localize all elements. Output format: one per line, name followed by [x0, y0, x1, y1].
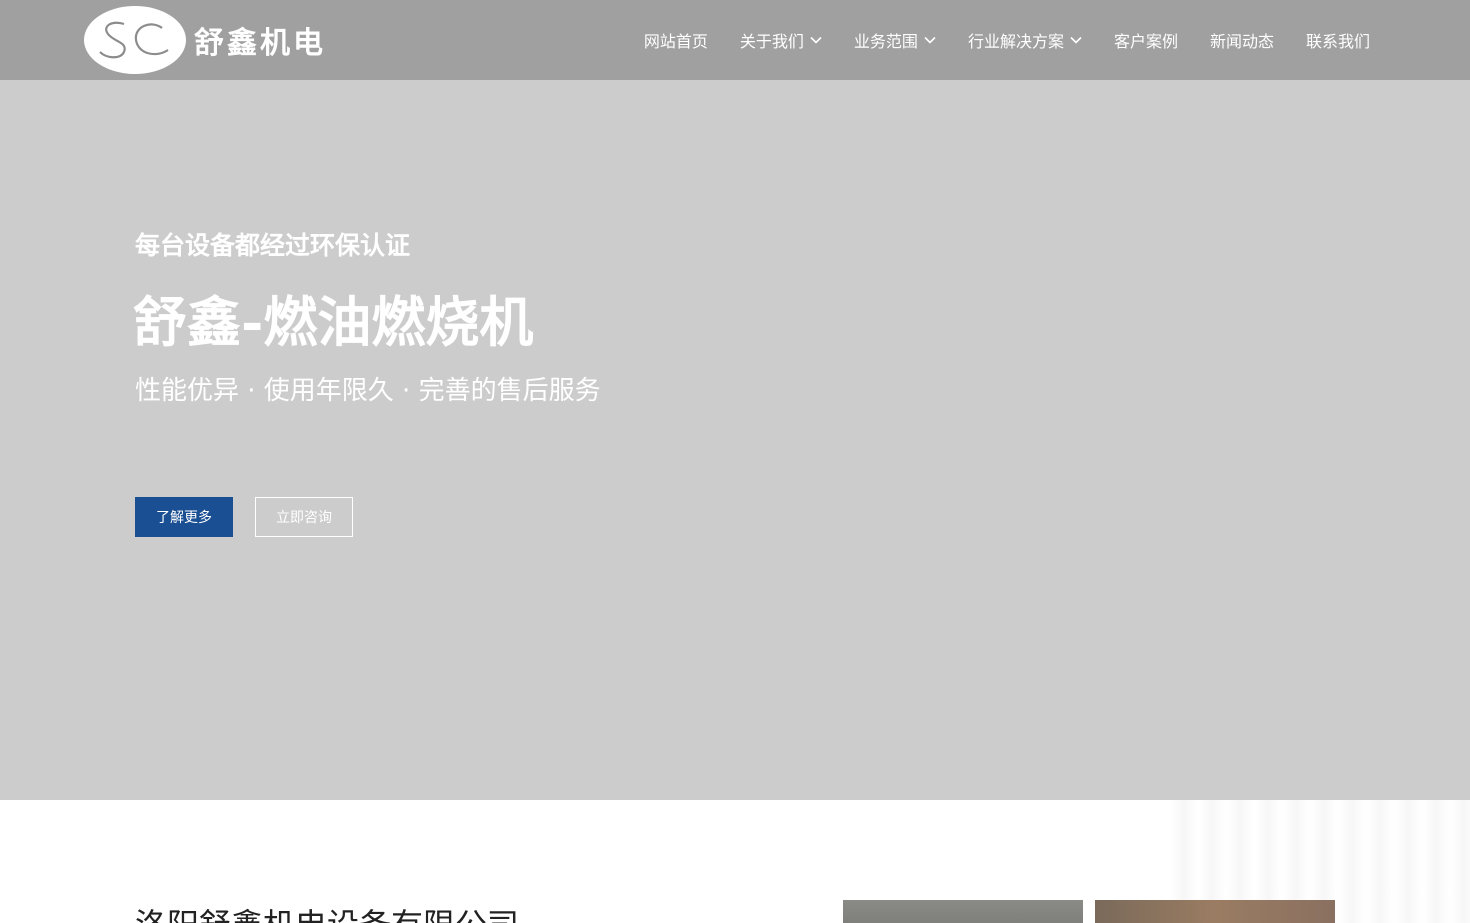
nav-label: 联系我们 — [1305, 32, 1370, 51]
company-name-heading: 洛阳舒鑫机电设备有限公司 — [135, 900, 519, 923]
nav-item-news[interactable]: 新闻动态 — [1210, 28, 1274, 52]
nav-label: 关于我们 — [739, 32, 804, 51]
nav-item-contact[interactable]: 联系我们 — [1306, 28, 1370, 52]
site-header: 舒鑫机电 网站首页 关于我们 业务范围 行业解决方案 客户案例 新闻动态 联系我… — [0, 0, 1470, 80]
hero-subtitle: 性能优异 · 使用年限久 · 完善的售后服务 — [135, 376, 601, 406]
hero-title: 舒鑫-燃油燃烧机 — [133, 290, 534, 354]
nav-label: 网站首页 — [643, 32, 708, 51]
chevron-down-icon — [1070, 36, 1082, 44]
chevron-down-icon — [810, 36, 822, 44]
learn-more-button[interactable]: 了解更多 — [135, 497, 233, 537]
company-photo — [1095, 900, 1335, 923]
nav-label: 业务范围 — [853, 32, 918, 51]
nav-item-home[interactable]: 网站首页 — [644, 28, 708, 52]
hero-banner: 每台设备都经过环保认证 舒鑫-燃油燃烧机 性能优异 · 使用年限久 · 完善的售… — [0, 80, 1470, 800]
logo-text: 舒鑫机电 — [194, 26, 326, 61]
company-photo — [843, 900, 1083, 923]
chevron-down-icon — [924, 36, 936, 44]
logo-mark-icon — [84, 6, 186, 74]
about-section: 洛阳舒鑫机电设备有限公司 — [0, 800, 1470, 923]
nav-item-solutions[interactable]: 行业解决方案 — [968, 28, 1082, 52]
hero-tagline: 每台设备都经过环保认证 — [135, 231, 411, 260]
nav-label: 新闻动态 — [1209, 32, 1274, 51]
nav-item-cases[interactable]: 客户案例 — [1114, 28, 1178, 52]
nav-item-about[interactable]: 关于我们 — [740, 28, 822, 52]
main-nav: 网站首页 关于我们 业务范围 行业解决方案 客户案例 新闻动态 联系我们 — [644, 0, 1370, 80]
consult-now-button[interactable]: 立即咨询 — [255, 497, 353, 537]
logo[interactable]: 舒鑫机电 — [84, 6, 326, 74]
nav-label: 客户案例 — [1113, 32, 1178, 51]
nav-label: 行业解决方案 — [967, 32, 1064, 51]
nav-item-business[interactable]: 业务范围 — [854, 28, 936, 52]
